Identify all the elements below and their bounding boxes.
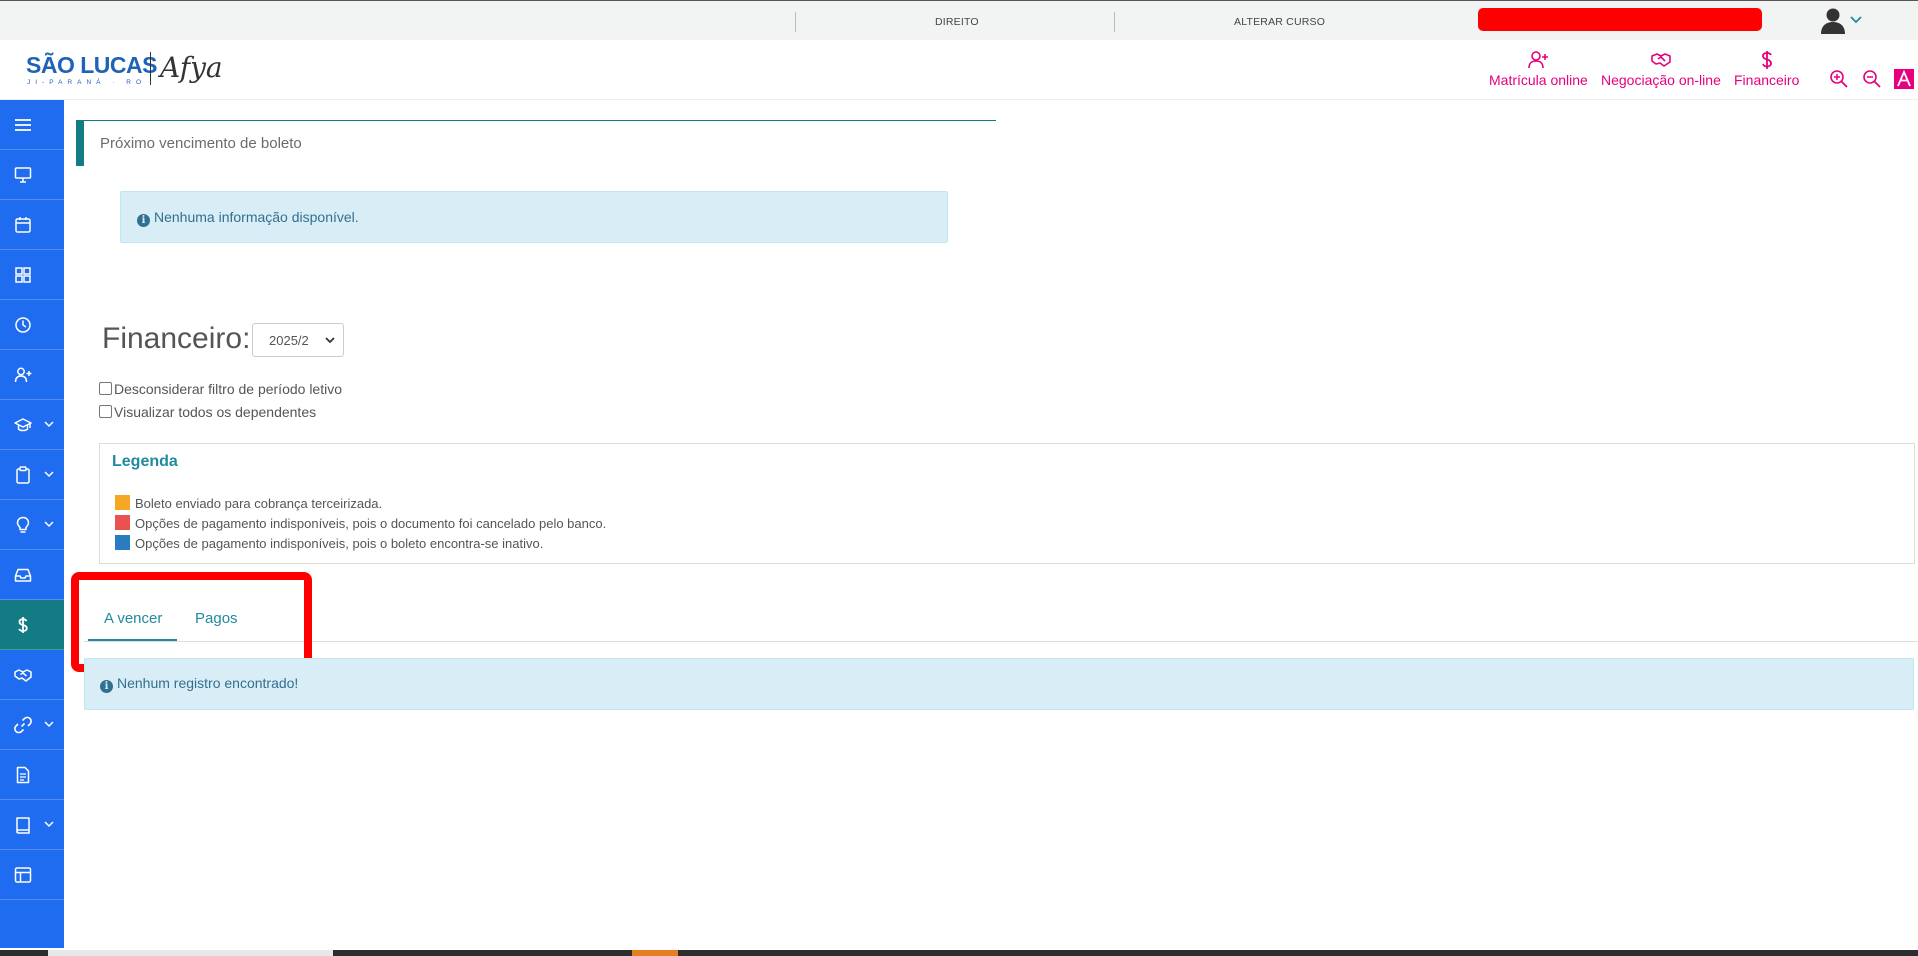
- redacted-user-name: [1478, 8, 1762, 31]
- legend-item: Opções de pagamento indisponíveis, pois …: [115, 535, 543, 551]
- legend-item: Opções de pagamento indisponíveis, pois …: [115, 515, 606, 531]
- records-empty-alert: i Nenhum registro encontrado!: [84, 658, 1914, 710]
- legend-title: Legenda: [112, 453, 178, 470]
- logo-divider: [150, 52, 151, 85]
- grid-icon: [15, 267, 31, 283]
- sidebar-item-dashboard[interactable]: [0, 150, 64, 200]
- checkbox[interactable]: [99, 382, 112, 395]
- records-empty-message: Nenhum registro encontrado!: [117, 675, 299, 691]
- sidebar-item-financeiro[interactable]: [0, 600, 64, 650]
- link-icon: [14, 716, 32, 734]
- quick-link-financeiro[interactable]: Financeiro: [1734, 50, 1799, 88]
- sidebar-item-grid[interactable]: [0, 250, 64, 300]
- layout-icon: [14, 867, 32, 883]
- user-plus-icon: [14, 367, 32, 383]
- handshake-icon: [1651, 53, 1671, 67]
- checkbox-label: Desconsiderar filtro de período letivo: [114, 381, 343, 397]
- sidebar-item-menu[interactable]: [0, 100, 64, 150]
- quick-link-matricula[interactable]: Matrícula online: [1489, 50, 1588, 88]
- user-avatar-icon: [1821, 8, 1845, 34]
- financeiro-title: Financeiro:: [102, 322, 251, 355]
- quick-link-label: Matrícula online: [1489, 72, 1588, 88]
- sidebar-item-negotiation[interactable]: [0, 650, 64, 700]
- calendar-icon: [15, 217, 31, 233]
- logo-main-text: SÃO LUCAS: [26, 52, 157, 78]
- monitor-icon: [14, 167, 32, 183]
- sao-lucas-afya-logo[interactable]: SÃO LUCAS JI-PARANÁ · RO Afya: [26, 51, 223, 92]
- sidebar-item-ideas[interactable]: [0, 500, 64, 550]
- sidebar-item-layout[interactable]: [0, 850, 64, 900]
- next-due-title: Próximo vencimento de boleto: [100, 135, 302, 152]
- legend-item-text: Opções de pagamento indisponíveis, pois …: [135, 516, 607, 531]
- sidebar-item-academic[interactable]: [0, 400, 64, 450]
- legend-item-text: Boleto enviado para cobrança terceirizad…: [135, 496, 383, 511]
- strip-segment: [632, 950, 678, 956]
- legend-panel: Legenda Boleto enviado para cobrança ter…: [99, 443, 1915, 564]
- user-plus-icon: [1528, 51, 1549, 69]
- clock-icon: [15, 317, 31, 333]
- sidebar-item-calendar[interactable]: [0, 200, 64, 250]
- document-icon: [16, 766, 30, 784]
- sidebar-item-library[interactable]: [0, 800, 64, 850]
- dollar-icon: [18, 617, 28, 633]
- sidebar-item-documents[interactable]: [0, 750, 64, 800]
- logo-partner-text: Afya: [160, 51, 223, 84]
- blue-swatch: [115, 535, 130, 550]
- sidebar-item-enrollment[interactable]: [0, 350, 64, 400]
- info-icon: i: [137, 214, 150, 227]
- user-menu[interactable]: [1818, 6, 1868, 36]
- logo-sub-text: JI-PARANÁ · RO: [27, 79, 146, 86]
- period-select-value: 2025/2: [269, 333, 309, 348]
- clipboard-icon: [16, 466, 30, 484]
- orange-swatch: [115, 495, 130, 510]
- next-due-empty-message: Nenhuma informação disponível.: [154, 209, 359, 225]
- zoom-out-icon[interactable]: [1862, 69, 1882, 89]
- strip-segment: [48, 950, 333, 956]
- top-bar: DIREITO ALTERAR CURSO: [0, 0, 1918, 40]
- chevron-down-icon: [44, 521, 54, 528]
- chevron-down-icon: [44, 721, 54, 728]
- info-icon: i: [100, 680, 113, 693]
- annotation-highlight-box: [71, 572, 312, 672]
- boleto-tabs: A vencer Pagos: [84, 590, 1918, 642]
- graduation-cap-icon: [14, 418, 32, 432]
- inbox-icon: [14, 568, 32, 582]
- sidebar-item-inbox[interactable]: [0, 550, 64, 600]
- contrast-icon[interactable]: [1894, 69, 1914, 89]
- chevron-down-icon: [44, 471, 54, 478]
- bottom-strip: [0, 950, 1918, 956]
- change-course-link[interactable]: ALTERAR CURSO: [1234, 16, 1325, 28]
- handshake-icon: [14, 669, 32, 682]
- all-dependents-checkbox[interactable]: Visualizar todos os dependentes: [99, 404, 316, 420]
- book-icon: [16, 817, 30, 834]
- sidebar-item-links[interactable]: [0, 700, 64, 750]
- chevron-down-icon: [44, 821, 54, 828]
- chevron-down-icon: [325, 337, 335, 344]
- quick-link-label: Negociação on-line: [1601, 72, 1721, 88]
- chevron-down-icon: [1850, 16, 1862, 24]
- period-select[interactable]: 2025/2: [252, 323, 344, 357]
- quick-link-negociacao[interactable]: Negociação on-line: [1601, 50, 1721, 88]
- divider: [1114, 12, 1115, 32]
- next-due-empty-alert: i Nenhuma informação disponível.: [120, 191, 948, 243]
- lightbulb-icon: [16, 516, 30, 533]
- dollar-icon: [1761, 51, 1772, 69]
- checkbox-label: Visualizar todos os dependentes: [114, 404, 317, 420]
- current-course-label[interactable]: DIREITO: [935, 16, 979, 28]
- sidebar: [0, 100, 64, 948]
- chevron-down-icon: [44, 421, 54, 428]
- sidebar-item-requests[interactable]: [0, 450, 64, 500]
- header: SÃO LUCAS JI-PARANÁ · RO Afya Matrícula …: [0, 40, 1918, 100]
- legend-item: Boleto enviado para cobrança terceirizad…: [115, 495, 382, 511]
- menu-icon: [15, 119, 31, 131]
- legend-item-text: Opções de pagamento indisponíveis, pois …: [135, 536, 544, 551]
- red-swatch: [115, 515, 130, 530]
- sidebar-item-history[interactable]: [0, 300, 64, 350]
- next-due-panel-header: Próximo vencimento de boleto: [76, 120, 996, 166]
- zoom-in-icon[interactable]: [1829, 69, 1849, 89]
- ignore-period-checkbox[interactable]: Desconsiderar filtro de período letivo: [99, 381, 342, 397]
- divider: [795, 12, 796, 32]
- quick-link-label: Financeiro: [1734, 72, 1800, 88]
- checkbox[interactable]: [99, 405, 112, 418]
